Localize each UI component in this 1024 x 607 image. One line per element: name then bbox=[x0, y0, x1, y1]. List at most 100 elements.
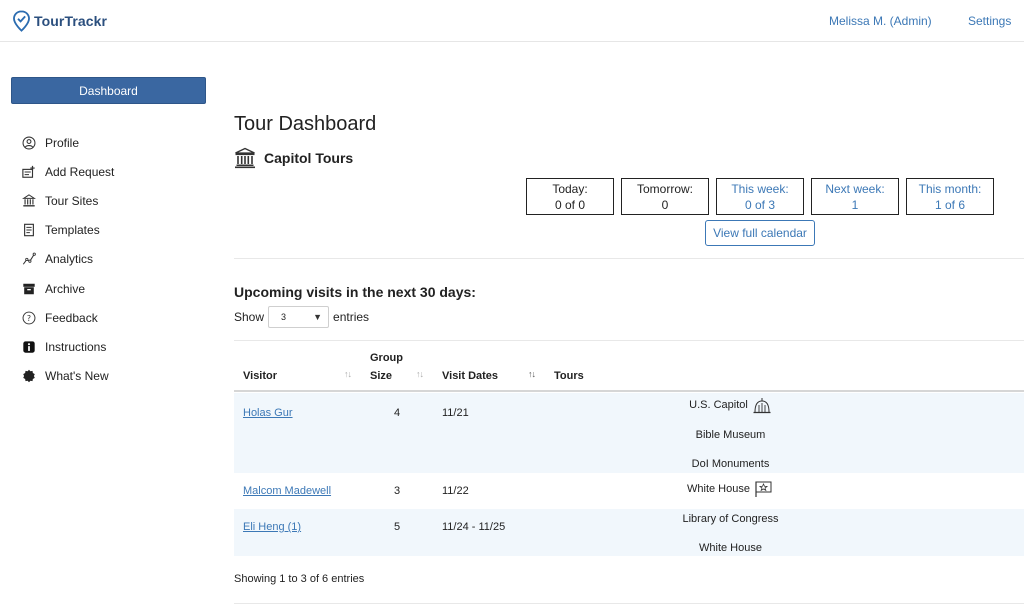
help-circle-icon: ? bbox=[21, 310, 37, 326]
stat-label: Tomorrow: bbox=[636, 182, 693, 196]
stat-label: Today: bbox=[552, 182, 588, 196]
stat-value: 0 of 3 bbox=[744, 198, 776, 212]
sidebar-item-archive[interactable]: Archive bbox=[21, 274, 114, 303]
stat-tomorrow: Tomorrow: 0 bbox=[621, 178, 709, 215]
stat-label: This week: bbox=[731, 182, 789, 196]
sidebar-item-label: Profile bbox=[45, 135, 80, 150]
tour-name: DoI Monuments bbox=[691, 458, 770, 470]
analytics-icon bbox=[21, 251, 37, 267]
sidebar-item-label: Templates bbox=[45, 223, 100, 238]
sidebar-item-label: Tour Sites bbox=[45, 193, 99, 208]
app-logo[interactable]: TourTrackr bbox=[12, 10, 107, 32]
dashboard-button[interactable]: Dashboard bbox=[11, 77, 206, 104]
sort-icon[interactable]: ↑↓ bbox=[416, 369, 424, 379]
capitol-building-icon bbox=[235, 147, 255, 169]
template-icon bbox=[21, 222, 37, 238]
sort-icon[interactable]: ↑↓ bbox=[344, 369, 352, 379]
column-header-visitor[interactable]: Visitor bbox=[243, 370, 277, 382]
table-info: Showing 1 to 3 of 6 entries bbox=[234, 573, 365, 585]
sidebar-item-whats-new[interactable]: What's New bbox=[21, 362, 114, 391]
location-check-icon bbox=[13, 10, 30, 32]
sidebar-item-label: Archive bbox=[45, 281, 86, 296]
info-icon bbox=[21, 339, 37, 355]
sidebar-item-add-request[interactable]: Add Request bbox=[21, 157, 114, 186]
user-circle-icon bbox=[21, 135, 37, 151]
visit-dates: 11/24 - 11/25 bbox=[442, 521, 506, 533]
column-header-group[interactable]: Group bbox=[370, 352, 403, 364]
stat-label: Next week: bbox=[825, 182, 885, 196]
tour-name: White House bbox=[699, 542, 762, 554]
tour-item: White House bbox=[664, 480, 797, 498]
sidebar-item-label: What's New bbox=[45, 369, 109, 384]
stat-this-week[interactable]: This week: 0 of 3 bbox=[716, 178, 804, 215]
stat-this-month[interactable]: This month: 1 of 6 bbox=[906, 178, 994, 215]
svg-text:?: ? bbox=[27, 314, 31, 323]
visit-dates: 11/22 bbox=[442, 485, 469, 497]
page-title: Tour Dashboard bbox=[234, 113, 377, 135]
sidebar-item-feedback[interactable]: ? Feedback bbox=[21, 303, 114, 332]
settings-link[interactable]: Settings bbox=[968, 14, 1011, 28]
sidebar-item-templates[interactable]: Templates bbox=[21, 216, 114, 245]
chevron-down-icon: ▼ bbox=[313, 312, 323, 322]
table-header: Visitor ↑↓ Group Size ↑↓ Visit Dates ↑↓ … bbox=[234, 340, 1024, 392]
tour-name: Library of Congress bbox=[682, 513, 779, 525]
column-header-visit-dates[interactable]: Visit Dates bbox=[442, 370, 498, 382]
top-bar: TourTrackr Melissa M. (Admin) Settings bbox=[0, 0, 1024, 42]
stat-label: This month: bbox=[918, 182, 982, 196]
sidebar-item-label: Analytics bbox=[45, 252, 94, 267]
section-title-text: Capitol Tours bbox=[264, 150, 354, 166]
group-size: 4 bbox=[394, 407, 401, 419]
capitol-dome-icon bbox=[753, 398, 771, 414]
tour-name: Bible Museum bbox=[695, 429, 766, 441]
entries-length-control: Show 3 ▼ entries bbox=[234, 306, 369, 328]
footer-divider bbox=[234, 603, 1024, 604]
table-row: Eli Heng (1) 5 11/24 - 11/25 Library of … bbox=[234, 509, 1024, 556]
sidebar-nav: Profile Add Request Tour Sites Templates… bbox=[21, 128, 114, 391]
tour-item: Bible Museum bbox=[664, 429, 797, 441]
stat-value: 0 bbox=[661, 198, 669, 212]
group-size: 5 bbox=[394, 521, 401, 533]
entries-select-value: 3 bbox=[281, 312, 287, 322]
sidebar-item-label: Feedback bbox=[45, 310, 98, 325]
visitor-link[interactable]: Malcom Madewell bbox=[243, 485, 331, 497]
tour-item: U.S. Capitol bbox=[664, 396, 797, 414]
user-menu-link[interactable]: Melissa M. (Admin) bbox=[829, 14, 932, 28]
visit-dates: 11/21 bbox=[442, 407, 469, 419]
tour-item: Library of Congress bbox=[664, 513, 797, 525]
add-request-icon bbox=[21, 164, 37, 180]
sidebar-item-instructions[interactable]: Instructions bbox=[21, 332, 114, 361]
flag-icon bbox=[755, 481, 772, 497]
sidebar-item-profile[interactable]: Profile bbox=[21, 128, 114, 157]
sidebar-item-label: Add Request bbox=[45, 164, 115, 179]
section-divider bbox=[234, 258, 1024, 259]
column-header-tours: Tours bbox=[554, 370, 584, 382]
table-row: Malcom Madewell 3 11/22 White House bbox=[234, 473, 1024, 509]
sort-icon[interactable]: ↑↓ bbox=[528, 369, 536, 379]
group-size: 3 bbox=[394, 485, 401, 497]
badge-icon bbox=[21, 368, 37, 384]
tour-sites-icon bbox=[21, 193, 37, 209]
stat-value: 1 of 6 bbox=[934, 198, 966, 212]
upcoming-title: Upcoming visits in the next 30 days: bbox=[234, 284, 476, 300]
app-name: TourTrackr bbox=[34, 13, 108, 29]
tour-name: U.S. Capitol bbox=[689, 399, 748, 411]
visitor-link[interactable]: Holas Gur bbox=[243, 407, 293, 419]
column-header-group-size[interactable]: Size bbox=[370, 370, 392, 382]
stat-today: Today: 0 of 0 bbox=[526, 178, 614, 215]
tour-item: White House bbox=[664, 542, 797, 554]
tour-name: White House bbox=[687, 483, 750, 495]
stat-next-week[interactable]: Next week: 1 bbox=[811, 178, 899, 215]
archive-icon bbox=[21, 281, 37, 297]
view-full-calendar-button[interactable]: View full calendar bbox=[705, 220, 815, 246]
sidebar-item-analytics[interactable]: Analytics bbox=[21, 245, 114, 274]
show-label: Show bbox=[234, 310, 265, 324]
tour-item: DoI Monuments bbox=[664, 458, 797, 470]
section-title: Capitol Tours bbox=[234, 147, 353, 169]
entries-select[interactable]: 3 ▼ bbox=[268, 306, 330, 328]
stat-value: 1 bbox=[851, 198, 859, 212]
entries-label: entries bbox=[333, 310, 370, 324]
visitor-link[interactable]: Eli Heng (1) bbox=[243, 521, 301, 533]
stat-value: 0 of 0 bbox=[554, 198, 586, 212]
sidebar-item-tour-sites[interactable]: Tour Sites bbox=[21, 186, 114, 215]
sidebar-item-label: Instructions bbox=[45, 339, 107, 354]
